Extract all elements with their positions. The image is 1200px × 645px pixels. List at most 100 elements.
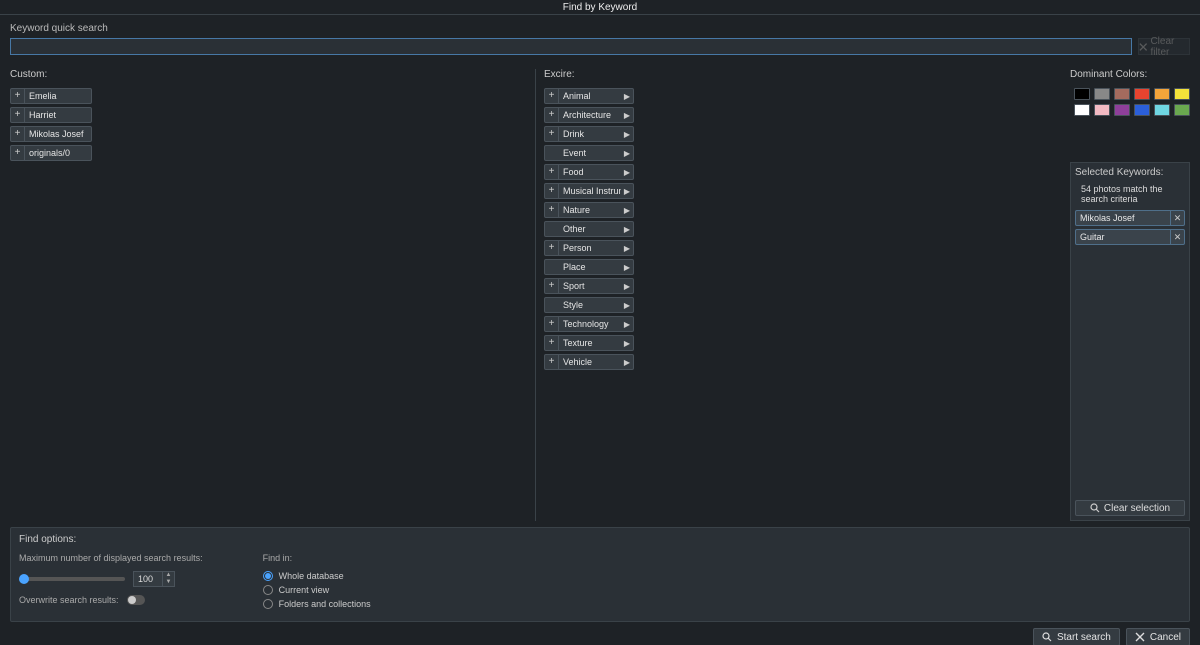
keyword-label: Technology: [559, 319, 621, 329]
add-icon[interactable]: +: [545, 89, 559, 103]
excire-keyword-item[interactable]: +Sport▶: [544, 278, 634, 294]
color-swatch[interactable]: [1154, 88, 1170, 100]
overwrite-results-toggle[interactable]: [127, 595, 145, 605]
radio-button[interactable]: [263, 585, 273, 595]
keyword-label: Drink: [559, 129, 621, 139]
excire-keyword-item[interactable]: +Texture▶: [544, 335, 634, 351]
add-icon[interactable]: +: [11, 108, 25, 122]
expand-icon[interactable]: ▶: [621, 206, 633, 215]
add-icon[interactable]: +: [11, 89, 25, 103]
excire-keyword-item[interactable]: +Animal▶: [544, 88, 634, 104]
add-icon[interactable]: +: [545, 184, 559, 198]
start-search-button[interactable]: Start search: [1033, 628, 1120, 645]
max-results-slider[interactable]: [19, 577, 125, 581]
color-swatch[interactable]: [1114, 104, 1130, 116]
max-results-input[interactable]: 100 ▲▼: [133, 571, 175, 587]
add-icon[interactable]: +: [545, 241, 559, 255]
selected-keyword-chip[interactable]: Mikolas Josef✕: [1075, 210, 1185, 226]
keyword-label: Architecture: [559, 110, 621, 120]
keyword-label: Other: [559, 224, 621, 234]
color-swatch[interactable]: [1174, 88, 1190, 100]
custom-keyword-item[interactable]: +Mikolas Josef: [10, 126, 92, 142]
expand-icon[interactable]: ▶: [621, 358, 633, 367]
color-swatch[interactable]: [1074, 88, 1090, 100]
keyword-label: Texture: [559, 338, 621, 348]
color-swatch[interactable]: [1114, 88, 1130, 100]
add-icon[interactable]: +: [545, 355, 559, 369]
max-results-value: 100: [134, 574, 162, 584]
find-in-option[interactable]: Current view: [263, 585, 371, 595]
cancel-button[interactable]: Cancel: [1126, 628, 1190, 645]
add-icon[interactable]: +: [545, 203, 559, 217]
excire-keyword-item[interactable]: +Food▶: [544, 164, 634, 180]
add-icon[interactable]: +: [11, 146, 25, 160]
find-in-option[interactable]: Whole database: [263, 571, 371, 581]
clear-selection-label: Clear selection: [1104, 503, 1170, 514]
add-icon[interactable]: +: [545, 317, 559, 331]
close-icon: [1135, 632, 1145, 642]
add-icon[interactable]: +: [545, 279, 559, 293]
selected-keywords-heading: Selected Keywords:: [1075, 167, 1185, 178]
add-icon[interactable]: +: [545, 165, 559, 179]
color-swatch[interactable]: [1174, 104, 1190, 116]
expand-icon[interactable]: ▶: [621, 130, 633, 139]
add-icon[interactable]: +: [11, 127, 25, 141]
magnifier-icon: [1042, 632, 1052, 642]
expand-icon[interactable]: ▶: [621, 168, 633, 177]
color-swatch-grid: [1070, 88, 1190, 116]
expand-icon[interactable]: ▶: [621, 282, 633, 291]
color-swatch[interactable]: [1154, 104, 1170, 116]
excire-keyword-item[interactable]: +Other▶: [544, 221, 634, 237]
keyword-label: Emelia: [25, 91, 91, 101]
expand-icon[interactable]: ▶: [621, 244, 633, 253]
clear-selection-button[interactable]: Clear selection: [1075, 500, 1185, 516]
excire-keyword-item[interactable]: +Drink▶: [544, 126, 634, 142]
excire-keyword-item[interactable]: +Vehicle▶: [544, 354, 634, 370]
keyword-label: Place: [559, 262, 621, 272]
find-in-option[interactable]: Folders and collections: [263, 599, 371, 609]
expand-icon[interactable]: ▶: [621, 149, 633, 158]
color-swatch[interactable]: [1134, 88, 1150, 100]
expand-icon[interactable]: ▶: [621, 111, 633, 120]
selected-keywords-panel: Selected Keywords: 54 photos match the s…: [1070, 162, 1190, 521]
radio-button[interactable]: [263, 571, 273, 581]
excire-keyword-item[interactable]: +Event▶: [544, 145, 634, 161]
expand-icon[interactable]: ▶: [621, 92, 633, 101]
cancel-label: Cancel: [1150, 632, 1181, 643]
stepper-buttons[interactable]: ▲▼: [162, 572, 174, 586]
remove-icon[interactable]: ✕: [1170, 211, 1184, 225]
excire-keyword-item[interactable]: +Nature▶: [544, 202, 634, 218]
expand-icon[interactable]: ▶: [621, 301, 633, 310]
excire-keyword-item[interactable]: +Technology▶: [544, 316, 634, 332]
radio-button[interactable]: [263, 599, 273, 609]
clear-filter-button[interactable]: Clear filter: [1138, 38, 1190, 55]
excire-keyword-item[interactable]: +Place▶: [544, 259, 634, 275]
keyword-label: Musical Instrument: [559, 186, 621, 196]
custom-keyword-item[interactable]: +Harriet: [10, 107, 92, 123]
overwrite-results-label: Overwrite search results:: [19, 595, 119, 605]
keyword-label: Person: [559, 243, 621, 253]
expand-icon[interactable]: ▶: [621, 339, 633, 348]
keyword-search-input[interactable]: [10, 38, 1132, 55]
excire-keyword-item[interactable]: +Architecture▶: [544, 107, 634, 123]
excire-keyword-item[interactable]: +Person▶: [544, 240, 634, 256]
add-icon[interactable]: +: [545, 336, 559, 350]
expand-icon[interactable]: ▶: [621, 320, 633, 329]
remove-icon[interactable]: ✕: [1170, 230, 1184, 244]
color-swatch[interactable]: [1094, 104, 1110, 116]
add-icon[interactable]: +: [545, 127, 559, 141]
expand-icon[interactable]: ▶: [621, 187, 633, 196]
custom-keyword-item[interactable]: +originals/0: [10, 145, 92, 161]
max-results-label: Maximum number of displayed search resul…: [19, 553, 203, 563]
slider-knob[interactable]: [19, 574, 29, 584]
color-swatch[interactable]: [1134, 104, 1150, 116]
color-swatch[interactable]: [1074, 104, 1090, 116]
selected-keyword-chip[interactable]: Guitar✕: [1075, 229, 1185, 245]
expand-icon[interactable]: ▶: [621, 263, 633, 272]
excire-keyword-item[interactable]: +Style▶: [544, 297, 634, 313]
add-icon[interactable]: +: [545, 108, 559, 122]
expand-icon[interactable]: ▶: [621, 225, 633, 234]
color-swatch[interactable]: [1094, 88, 1110, 100]
custom-keyword-item[interactable]: +Emelia: [10, 88, 92, 104]
excire-keyword-item[interactable]: +Musical Instrument▶: [544, 183, 634, 199]
